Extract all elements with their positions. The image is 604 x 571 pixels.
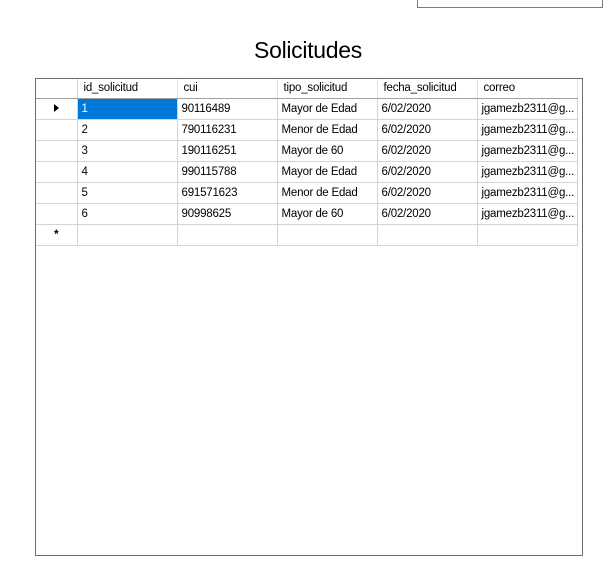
cell-cui[interactable]: 90998625: [177, 203, 278, 225]
row-header[interactable]: [36, 119, 78, 141]
cell-tipo-solicitud[interactable]: Menor de Edad: [277, 119, 378, 141]
cell-id-solicitud[interactable]: 5: [77, 182, 178, 204]
table-row[interactable]: 4 990115788 Mayor de Edad 6/02/2020 jgam…: [36, 161, 578, 183]
cell-tipo-solicitud[interactable]: Mayor de 60: [277, 140, 378, 162]
page-title: Solicitudes: [254, 37, 362, 63]
cell-fecha-solicitud[interactable]: 6/02/2020: [377, 203, 478, 225]
cell-tipo-solicitud[interactable]: Mayor de Edad: [277, 161, 378, 183]
cell-cui[interactable]: 990115788: [177, 161, 278, 183]
cell-cui[interactable]: 90116489: [177, 98, 278, 120]
new-cell-cui[interactable]: [177, 224, 278, 246]
new-cell-tipo-solicitud[interactable]: [277, 224, 378, 246]
cell-tipo-solicitud[interactable]: Menor de Edad: [277, 182, 378, 204]
cell-id-solicitud[interactable]: 2: [77, 119, 178, 141]
table-row[interactable]: 1 90116489 Mayor de Edad 6/02/2020 jgame…: [36, 98, 578, 120]
row-header[interactable]: [36, 182, 78, 204]
cell-id-solicitud[interactable]: 3: [77, 140, 178, 162]
cell-fecha-solicitud[interactable]: 6/02/2020: [377, 119, 478, 141]
table-row[interactable]: 6 90998625 Mayor de 60 6/02/2020 jgamezb…: [36, 203, 578, 225]
table-row[interactable]: 3 190116251 Mayor de 60 6/02/2020 jgamez…: [36, 140, 578, 162]
column-header-tipo-solicitud[interactable]: tipo_solicitud: [277, 79, 378, 99]
row-header-corner[interactable]: [36, 79, 78, 99]
top-panel-edge: [417, 0, 603, 8]
new-row-asterisk-icon: *: [54, 226, 59, 241]
cell-fecha-solicitud[interactable]: 6/02/2020: [377, 140, 478, 162]
solicitudes-data-grid[interactable]: id_solicitud cui tipo_solicitud fecha_so…: [35, 78, 583, 556]
row-header[interactable]: [36, 140, 78, 162]
column-header-fecha-solicitud[interactable]: fecha_solicitud: [377, 79, 478, 99]
cell-correo[interactable]: jgamezb2311@g...: [477, 140, 578, 162]
new-row[interactable]: *: [36, 224, 578, 246]
cell-correo[interactable]: jgamezb2311@g...: [477, 119, 578, 141]
row-header[interactable]: [36, 203, 78, 225]
cell-cui[interactable]: 691571623: [177, 182, 278, 204]
row-header-new[interactable]: *: [36, 224, 78, 246]
header-row: id_solicitud cui tipo_solicitud fecha_so…: [36, 79, 578, 99]
new-cell-correo[interactable]: [477, 224, 578, 246]
cell-id-solicitud[interactable]: 4: [77, 161, 178, 183]
cell-correo[interactable]: jgamezb2311@g...: [477, 182, 578, 204]
cell-fecha-solicitud[interactable]: 6/02/2020: [377, 98, 478, 120]
arrow-right-icon: [53, 104, 59, 113]
cell-tipo-solicitud[interactable]: Mayor de Edad: [277, 98, 378, 120]
column-header-correo[interactable]: correo: [477, 79, 578, 99]
new-cell-fecha-solicitud[interactable]: [377, 224, 478, 246]
table-row[interactable]: 5 691571623 Menor de Edad 6/02/2020 jgam…: [36, 182, 578, 204]
cell-fecha-solicitud[interactable]: 6/02/2020: [377, 161, 478, 183]
row-header-current[interactable]: [36, 98, 78, 120]
new-cell-id-solicitud[interactable]: [77, 224, 178, 246]
cell-correo[interactable]: jgamezb2311@g...: [477, 203, 578, 225]
row-header[interactable]: [36, 161, 78, 183]
cell-tipo-solicitud[interactable]: Mayor de 60: [277, 203, 378, 225]
cell-correo[interactable]: jgamezb2311@g...: [477, 161, 578, 183]
table-row[interactable]: 2 790116231 Menor de Edad 6/02/2020 jgam…: [36, 119, 578, 141]
cell-fecha-solicitud[interactable]: 6/02/2020: [377, 182, 478, 204]
column-header-id-solicitud[interactable]: id_solicitud: [77, 79, 178, 99]
grid-table: id_solicitud cui tipo_solicitud fecha_so…: [36, 79, 578, 246]
cell-cui[interactable]: 190116251: [177, 140, 278, 162]
cell-id-solicitud[interactable]: 6: [77, 203, 178, 225]
cell-cui[interactable]: 790116231: [177, 119, 278, 141]
cell-id-solicitud[interactable]: 1: [77, 98, 178, 120]
column-header-cui[interactable]: cui: [177, 79, 278, 99]
cell-correo[interactable]: jgamezb2311@g...: [477, 98, 578, 120]
